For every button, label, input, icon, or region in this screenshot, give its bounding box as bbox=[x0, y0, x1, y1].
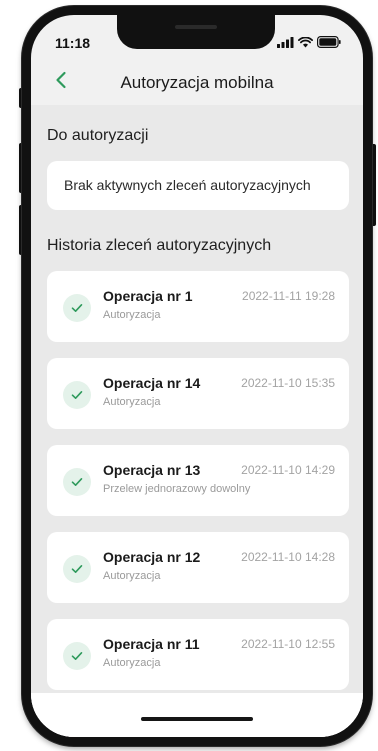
empty-state-card: Brak aktywnych zleceń autoryzacyjnych bbox=[47, 161, 349, 210]
operation-date: 2022-11-10 12:55 bbox=[241, 637, 335, 651]
content-area[interactable]: Do autoryzacji Brak aktywnych zleceń aut… bbox=[31, 105, 363, 737]
operation-name: Operacja nr 11 bbox=[103, 636, 200, 652]
check-icon bbox=[63, 642, 91, 670]
section-title-pending: Do autoryzacji bbox=[47, 127, 149, 144]
status-icons bbox=[277, 35, 341, 53]
section-title-history: Historia zleceń autoryzacyjnych bbox=[47, 237, 272, 254]
operation-card[interactable]: Operacja nr 13 Przelew jednorazowy dowoln… bbox=[47, 445, 349, 516]
notch bbox=[117, 15, 275, 49]
bottom-area bbox=[31, 693, 363, 737]
operation-name: Operacja nr 14 bbox=[103, 375, 201, 391]
operation-subtitle: Autoryzacja bbox=[103, 309, 161, 321]
speaker bbox=[175, 25, 217, 29]
operation-subtitle: Autoryzacja bbox=[103, 396, 161, 408]
operation-name: Operacja nr 1 bbox=[103, 288, 193, 304]
check-icon bbox=[63, 555, 91, 583]
page-title: Autoryzacja mobilna bbox=[120, 73, 274, 92]
operation-subtitle: Autoryzacja bbox=[103, 570, 161, 582]
phone-frame: 11:18 Autoryzacja mobilna Do autoryzacji… bbox=[22, 6, 372, 746]
operation-card[interactable]: Operacja nr 11 Autoryzacja 2022-11-10 12:5… bbox=[47, 619, 349, 690]
operation-date: 2022-11-11 19:28 bbox=[242, 289, 335, 303]
operation-date: 2022-11-10 15:35 bbox=[241, 376, 335, 390]
empty-state-text: Brak aktywnych zleceń autoryzacyjnych bbox=[64, 177, 311, 193]
signal-icon bbox=[277, 35, 294, 53]
operation-card[interactable]: Operacja nr 1 Autoryzacja 2022-11-11 19:28 bbox=[47, 271, 349, 342]
phone-screen: 11:18 Autoryzacja mobilna Do autoryzacji… bbox=[31, 15, 363, 737]
wifi-icon bbox=[298, 35, 313, 53]
check-icon bbox=[63, 294, 91, 322]
operation-name: Operacja nr 12 bbox=[103, 549, 201, 565]
operation-card[interactable]: Operacja nr 12 Autoryzacja 2022-11-10 14:2… bbox=[47, 532, 349, 603]
status-time: 11:18 bbox=[55, 35, 91, 51]
app-header: Autoryzacja mobilna bbox=[31, 59, 363, 105]
check-icon bbox=[63, 468, 91, 496]
operation-name: Operacja nr 13 bbox=[103, 462, 201, 478]
operation-card[interactable]: Operacja nr 14 Autoryzacja 2022-11-10 15:3… bbox=[47, 358, 349, 429]
battery-icon bbox=[317, 35, 341, 53]
check-icon bbox=[63, 381, 91, 409]
operation-subtitle: Przelew jednorazowy dowolny bbox=[103, 483, 251, 495]
operation-date: 2022-11-10 14:28 bbox=[241, 550, 335, 564]
operation-subtitle: Autoryzacja bbox=[103, 657, 161, 669]
home-indicator[interactable] bbox=[141, 717, 253, 721]
operation-date: 2022-11-10 14:29 bbox=[241, 463, 335, 477]
